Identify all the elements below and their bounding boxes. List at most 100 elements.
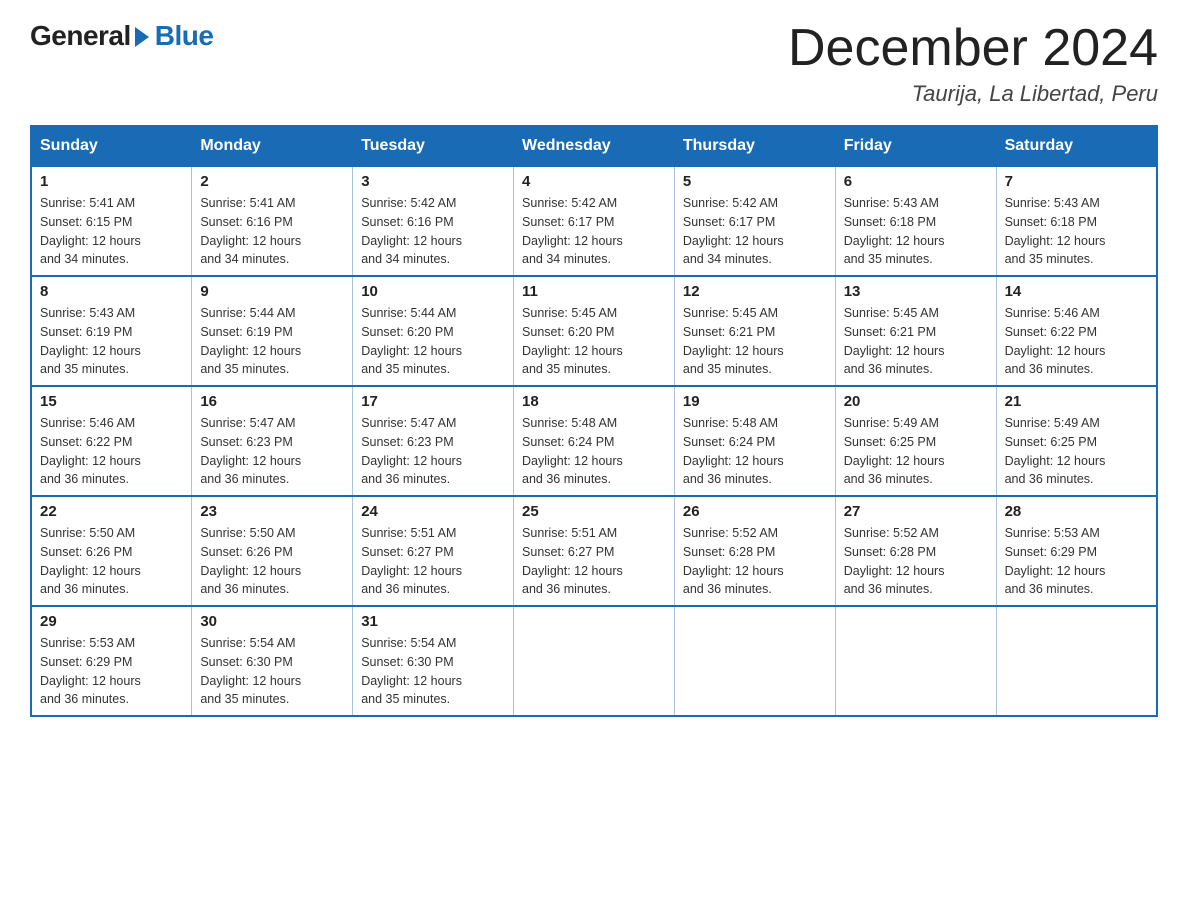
- day-number: 13: [844, 283, 988, 300]
- calendar-cell: 19 Sunrise: 5:48 AM Sunset: 6:24 PM Dayli…: [674, 386, 835, 496]
- calendar-cell: 12 Sunrise: 5:45 AM Sunset: 6:21 PM Dayli…: [674, 276, 835, 386]
- calendar-cell: 6Sunrise: 5:43 AM Sunset: 6:18 PM Daylig…: [835, 166, 996, 276]
- day-info: Sunrise: 5:45 AM Sunset: 6:20 PM Dayligh…: [522, 304, 666, 379]
- day-info: Sunrise: 5:42 AM Sunset: 6:17 PM Dayligh…: [683, 194, 827, 269]
- day-number: 9: [200, 283, 344, 300]
- calendar-week-row: 1 Sunrise: 5:41 AM Sunset: 6:15 PM Daylig…: [31, 166, 1157, 276]
- header-tuesday: Tuesday: [353, 126, 514, 166]
- calendar-cell: 24 Sunrise: 5:51 AM Sunset: 6:27 PM Dayli…: [353, 496, 514, 606]
- calendar-week-row: 8 Sunrise: 5:43 AM Sunset: 6:19 PM Daylig…: [31, 276, 1157, 386]
- day-info: Sunrise: 5:48 AM Sunset: 6:24 PM Dayligh…: [683, 414, 827, 489]
- calendar-week-row: 29 Sunrise: 5:53 AM Sunset: 6:29 PM Dayli…: [31, 606, 1157, 716]
- calendar-cell: [674, 606, 835, 716]
- month-title: December 2024: [788, 20, 1158, 77]
- calendar-cell: 21 Sunrise: 5:49 AM Sunset: 6:25 PM Dayli…: [996, 386, 1157, 496]
- calendar-week-row: 22 Sunrise: 5:50 AM Sunset: 6:26 PM Dayli…: [31, 496, 1157, 606]
- calendar-cell: 8 Sunrise: 5:43 AM Sunset: 6:19 PM Daylig…: [31, 276, 192, 386]
- calendar-cell: 29 Sunrise: 5:53 AM Sunset: 6:29 PM Dayli…: [31, 606, 192, 716]
- page-header: General Blue December 2024 Taurija, La L…: [30, 20, 1158, 107]
- calendar-week-row: 15Sunrise: 5:46 AM Sunset: 6:22 PM Dayli…: [31, 386, 1157, 496]
- calendar-cell: [996, 606, 1157, 716]
- day-number: 12: [683, 283, 827, 300]
- calendar-cell: 27Sunrise: 5:52 AM Sunset: 6:28 PM Dayli…: [835, 496, 996, 606]
- calendar-cell: 22 Sunrise: 5:50 AM Sunset: 6:26 PM Dayli…: [31, 496, 192, 606]
- day-info: Sunrise: 5:45 AM Sunset: 6:21 PM Dayligh…: [683, 304, 827, 379]
- calendar-cell: 31 Sunrise: 5:54 AM Sunset: 6:30 PM Dayli…: [353, 606, 514, 716]
- header-sunday: Sunday: [31, 126, 192, 166]
- day-info: Sunrise: 5:49 AM Sunset: 6:25 PM Dayligh…: [844, 414, 988, 489]
- calendar-cell: 18 Sunrise: 5:48 AM Sunset: 6:24 PM Dayli…: [514, 386, 675, 496]
- day-info: Sunrise: 5:48 AM Sunset: 6:24 PM Dayligh…: [522, 414, 666, 489]
- day-number: 25: [522, 503, 666, 520]
- calendar-cell: 5Sunrise: 5:42 AM Sunset: 6:17 PM Daylig…: [674, 166, 835, 276]
- day-number: 31: [361, 613, 505, 630]
- day-info: Sunrise: 5:52 AM Sunset: 6:28 PM Dayligh…: [844, 524, 988, 599]
- day-info: Sunrise: 5:51 AM Sunset: 6:27 PM Dayligh…: [522, 524, 666, 599]
- calendar-cell: 13Sunrise: 5:45 AM Sunset: 6:21 PM Dayli…: [835, 276, 996, 386]
- day-number: 4: [522, 173, 666, 190]
- logo-arrow-icon: [135, 27, 149, 47]
- day-info: Sunrise: 5:41 AM Sunset: 6:15 PM Dayligh…: [40, 194, 183, 269]
- day-number: 29: [40, 613, 183, 630]
- day-info: Sunrise: 5:49 AM Sunset: 6:25 PM Dayligh…: [1005, 414, 1148, 489]
- calendar-cell: 10 Sunrise: 5:44 AM Sunset: 6:20 PM Dayli…: [353, 276, 514, 386]
- day-info: Sunrise: 5:44 AM Sunset: 6:20 PM Dayligh…: [361, 304, 505, 379]
- calendar-header-row: SundayMondayTuesdayWednesdayThursdayFrid…: [31, 126, 1157, 166]
- day-number: 15: [40, 393, 183, 410]
- day-info: Sunrise: 5:53 AM Sunset: 6:29 PM Dayligh…: [1005, 524, 1148, 599]
- day-info: Sunrise: 5:43 AM Sunset: 6:19 PM Dayligh…: [40, 304, 183, 379]
- logo: General Blue: [30, 20, 213, 52]
- calendar-table: SundayMondayTuesdayWednesdayThursdayFrid…: [30, 125, 1158, 717]
- day-number: 28: [1005, 503, 1148, 520]
- day-info: Sunrise: 5:43 AM Sunset: 6:18 PM Dayligh…: [844, 194, 988, 269]
- header-thursday: Thursday: [674, 126, 835, 166]
- day-info: Sunrise: 5:50 AM Sunset: 6:26 PM Dayligh…: [40, 524, 183, 599]
- day-number: 2: [200, 173, 344, 190]
- day-number: 1: [40, 173, 183, 190]
- day-info: Sunrise: 5:50 AM Sunset: 6:26 PM Dayligh…: [200, 524, 344, 599]
- calendar-cell: 25 Sunrise: 5:51 AM Sunset: 6:27 PM Dayli…: [514, 496, 675, 606]
- day-number: 3: [361, 173, 505, 190]
- calendar-cell: 11 Sunrise: 5:45 AM Sunset: 6:20 PM Dayli…: [514, 276, 675, 386]
- day-number: 24: [361, 503, 505, 520]
- calendar-cell: 17Sunrise: 5:47 AM Sunset: 6:23 PM Dayli…: [353, 386, 514, 496]
- day-number: 11: [522, 283, 666, 300]
- day-number: 14: [1005, 283, 1148, 300]
- day-number: 23: [200, 503, 344, 520]
- calendar-cell: 2Sunrise: 5:41 AM Sunset: 6:16 PM Daylig…: [192, 166, 353, 276]
- calendar-cell: 16Sunrise: 5:47 AM Sunset: 6:23 PM Dayli…: [192, 386, 353, 496]
- header-monday: Monday: [192, 126, 353, 166]
- day-info: Sunrise: 5:46 AM Sunset: 6:22 PM Dayligh…: [1005, 304, 1148, 379]
- day-number: 26: [683, 503, 827, 520]
- day-info: Sunrise: 5:53 AM Sunset: 6:29 PM Dayligh…: [40, 634, 183, 709]
- calendar-cell: [835, 606, 996, 716]
- logo-blue-text: Blue: [155, 20, 214, 52]
- calendar-cell: 23 Sunrise: 5:50 AM Sunset: 6:26 PM Dayli…: [192, 496, 353, 606]
- day-info: Sunrise: 5:42 AM Sunset: 6:16 PM Dayligh…: [361, 194, 505, 269]
- day-info: Sunrise: 5:47 AM Sunset: 6:23 PM Dayligh…: [361, 414, 505, 489]
- day-info: Sunrise: 5:43 AM Sunset: 6:18 PM Dayligh…: [1005, 194, 1148, 269]
- calendar-cell: 1 Sunrise: 5:41 AM Sunset: 6:15 PM Daylig…: [31, 166, 192, 276]
- day-info: Sunrise: 5:51 AM Sunset: 6:27 PM Dayligh…: [361, 524, 505, 599]
- location-subtitle: Taurija, La Libertad, Peru: [788, 81, 1158, 107]
- day-number: 19: [683, 393, 827, 410]
- day-number: 30: [200, 613, 344, 630]
- calendar-cell: 14 Sunrise: 5:46 AM Sunset: 6:22 PM Dayli…: [996, 276, 1157, 386]
- calendar-cell: 9 Sunrise: 5:44 AM Sunset: 6:19 PM Daylig…: [192, 276, 353, 386]
- day-number: 8: [40, 283, 183, 300]
- calendar-cell: 4Sunrise: 5:42 AM Sunset: 6:17 PM Daylig…: [514, 166, 675, 276]
- day-info: Sunrise: 5:44 AM Sunset: 6:19 PM Dayligh…: [200, 304, 344, 379]
- day-number: 10: [361, 283, 505, 300]
- day-number: 18: [522, 393, 666, 410]
- day-number: 21: [1005, 393, 1148, 410]
- day-info: Sunrise: 5:47 AM Sunset: 6:23 PM Dayligh…: [200, 414, 344, 489]
- day-number: 7: [1005, 173, 1148, 190]
- calendar-cell: 3 Sunrise: 5:42 AM Sunset: 6:16 PM Daylig…: [353, 166, 514, 276]
- day-info: Sunrise: 5:52 AM Sunset: 6:28 PM Dayligh…: [683, 524, 827, 599]
- day-info: Sunrise: 5:54 AM Sunset: 6:30 PM Dayligh…: [361, 634, 505, 709]
- day-info: Sunrise: 5:54 AM Sunset: 6:30 PM Dayligh…: [200, 634, 344, 709]
- day-number: 22: [40, 503, 183, 520]
- calendar-cell: [514, 606, 675, 716]
- calendar-cell: 20Sunrise: 5:49 AM Sunset: 6:25 PM Dayli…: [835, 386, 996, 496]
- calendar-cell: 30 Sunrise: 5:54 AM Sunset: 6:30 PM Dayli…: [192, 606, 353, 716]
